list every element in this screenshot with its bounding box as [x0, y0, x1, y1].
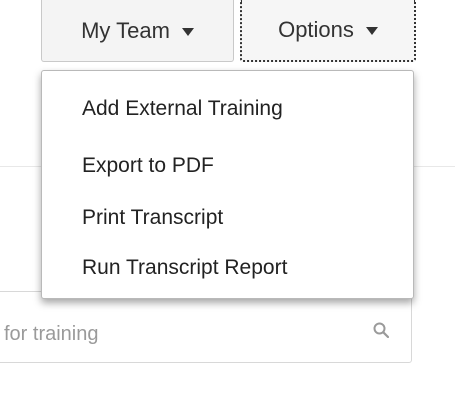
menu-item-print-transcript[interactable]: Print Transcript: [82, 206, 223, 230]
my-team-label: My Team: [81, 17, 170, 43]
my-team-button[interactable]: My Team: [41, 0, 234, 62]
options-button[interactable]: Options: [240, 0, 416, 62]
search-placeholder: for training: [4, 323, 99, 345]
caret-down-icon: [181, 27, 194, 36]
screen: My Team Options for training Add Externa…: [0, 0, 455, 406]
caret-down-icon: [365, 27, 378, 35]
menu-item-export-to-pdf[interactable]: Export to PDF: [82, 154, 214, 178]
search-icon[interactable]: [373, 322, 389, 338]
menu-item-add-external-training[interactable]: Add External Training: [82, 97, 283, 121]
options-dropdown-menu: Add External Training Export to PDF Prin…: [41, 70, 414, 299]
training-search-field[interactable]: for training: [0, 291, 412, 363]
menu-item-run-transcript-report[interactable]: Run Transcript Report: [82, 256, 287, 280]
options-label: Options: [278, 17, 354, 42]
